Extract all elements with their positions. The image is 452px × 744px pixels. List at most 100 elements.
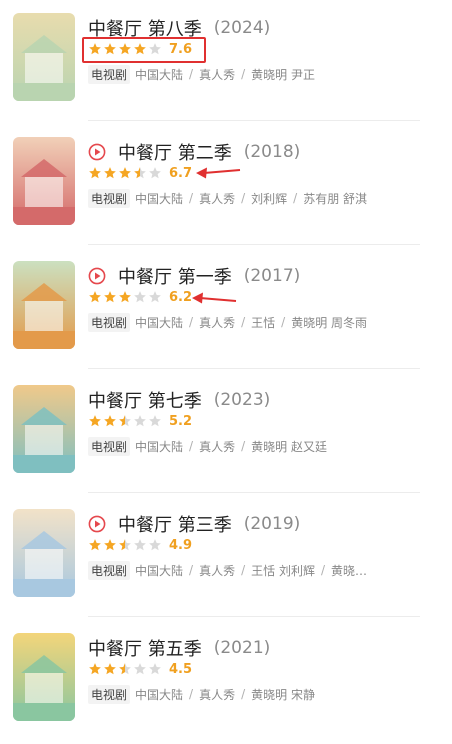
meta-tag: 真人秀 bbox=[199, 315, 236, 330]
show-year: (2024) bbox=[213, 18, 271, 38]
show-year: (2017) bbox=[243, 266, 301, 286]
meta-separator: / bbox=[189, 67, 194, 81]
meta-tag: 黄晓明 周冬雨 bbox=[291, 315, 368, 330]
row-divider bbox=[88, 368, 420, 369]
title-row[interactable]: 中餐厅 第五季 (2021) bbox=[88, 635, 270, 661]
show-year: (2018) bbox=[243, 142, 301, 162]
star-icon bbox=[134, 415, 146, 427]
rating-row: 4.9 bbox=[88, 537, 192, 553]
result-item[interactable]: 中餐厅 第三季 (2019) 4.9 电视剧 中国大陆 / 真人秀 / 王恬 刘利辉 / 黄晓… bbox=[0, 496, 452, 620]
meta-separator: / bbox=[189, 191, 194, 205]
poster-image[interactable] bbox=[13, 261, 75, 349]
play-icon[interactable] bbox=[88, 515, 106, 533]
title-row[interactable]: 中餐厅 第三季 (2019) bbox=[88, 511, 300, 537]
star-icon bbox=[104, 291, 116, 303]
row-divider bbox=[88, 120, 420, 121]
type-badge: 电视剧 bbox=[88, 684, 131, 704]
result-item[interactable]: 中餐厅 第八季 (2024) 7.6 电视剧 中国大陆 / 真人秀 / 黄晓明 尹正 bbox=[0, 0, 452, 124]
meta-separator: / bbox=[189, 687, 194, 701]
play-icon[interactable] bbox=[88, 143, 106, 161]
rating-row: 6.2 bbox=[88, 289, 192, 305]
meta-tag: 苏有朋 舒淇 bbox=[303, 191, 368, 206]
rating-score: 6.7 bbox=[169, 165, 193, 181]
result-item[interactable]: 中餐厅 第二季 (2018) 6.7 电视剧 中国大陆 / 真人秀 / 刘利辉 / 苏有朋 舒淇 bbox=[0, 124, 452, 248]
star-icon bbox=[134, 663, 146, 675]
meta-row: 电视剧 中国大陆 / 真人秀 / 黄晓明 赵又廷 bbox=[88, 436, 327, 456]
meta-tag: 中国大陆 bbox=[135, 563, 184, 578]
title-row[interactable]: 中餐厅 第二季 (2018) bbox=[88, 139, 300, 165]
poster-image[interactable] bbox=[13, 633, 75, 721]
highlight-box bbox=[82, 37, 206, 63]
meta-separator: / bbox=[189, 315, 194, 329]
result-item[interactable]: 中餐厅 第一季 (2017) 6.2 电视剧 中国大陆 / 真人秀 / 王恬 / 黄晓明 周冬雨 bbox=[0, 248, 452, 372]
show-title[interactable]: 中餐厅 第一季 bbox=[118, 263, 232, 289]
meta-tag: 中国大陆 bbox=[135, 315, 184, 330]
rating-row: 5.2 bbox=[88, 413, 192, 429]
type-badge: 电视剧 bbox=[88, 312, 131, 332]
meta-row: 电视剧 中国大陆 / 真人秀 / 王恬 刘利辉 / 黄晓… bbox=[88, 560, 367, 580]
star-icon bbox=[104, 415, 116, 427]
meta-row: 电视剧 中国大陆 / 真人秀 / 王恬 / 黄晓明 周冬雨 bbox=[88, 312, 368, 332]
type-badge: 电视剧 bbox=[88, 436, 131, 456]
star-icon bbox=[104, 539, 116, 551]
star-icon bbox=[89, 291, 101, 303]
show-title[interactable]: 中餐厅 第三季 bbox=[118, 511, 232, 537]
result-item[interactable]: 中餐厅 第七季 (2023) 5.2 电视剧 中国大陆 / 真人秀 / 黄晓明 赵又廷 bbox=[0, 372, 452, 496]
show-year: (2021) bbox=[213, 638, 271, 658]
poster-image[interactable] bbox=[13, 137, 75, 225]
meta-separator: / bbox=[241, 191, 246, 205]
rating-score: 5.2 bbox=[169, 413, 193, 429]
rating-score: 4.9 bbox=[169, 537, 193, 553]
star-icon bbox=[104, 663, 116, 675]
star-icon bbox=[89, 663, 101, 675]
star-icon bbox=[149, 539, 161, 551]
meta-separator: / bbox=[241, 315, 246, 329]
meta-tag: 真人秀 bbox=[199, 687, 236, 702]
annotation-arrow bbox=[196, 167, 241, 179]
meta-tag: 王恬 刘利辉 bbox=[251, 563, 315, 578]
poster-image[interactable] bbox=[13, 385, 75, 473]
star-icon bbox=[104, 167, 116, 179]
meta-separator: / bbox=[241, 687, 246, 701]
meta-tag: 真人秀 bbox=[199, 67, 236, 82]
meta-row: 电视剧 中国大陆 / 真人秀 / 黄晓明 尹正 bbox=[88, 64, 315, 84]
poster-image[interactable] bbox=[13, 13, 75, 101]
type-badge: 电视剧 bbox=[88, 560, 131, 580]
rating-score: 6.2 bbox=[169, 289, 193, 305]
meta-tag: 真人秀 bbox=[199, 439, 236, 454]
play-icon[interactable] bbox=[88, 267, 106, 285]
show-title[interactable]: 中餐厅 第七季 bbox=[88, 387, 202, 413]
star-icon bbox=[134, 291, 146, 303]
poster-image[interactable] bbox=[13, 509, 75, 597]
star-icon bbox=[89, 167, 101, 179]
star-icon bbox=[134, 539, 146, 551]
title-row[interactable]: 中餐厅 第一季 (2017) bbox=[88, 263, 300, 289]
star-icon bbox=[149, 415, 161, 427]
meta-tag: 黄晓明 赵又廷 bbox=[251, 439, 327, 454]
show-year: (2023) bbox=[213, 390, 271, 410]
meta-separator: / bbox=[293, 191, 298, 205]
star-icon bbox=[119, 415, 131, 427]
rating-score: 4.5 bbox=[169, 661, 193, 677]
show-title[interactable]: 中餐厅 第二季 bbox=[118, 139, 232, 165]
meta-separator: / bbox=[189, 563, 194, 577]
rating-row: 4.5 bbox=[88, 661, 192, 677]
meta-tag: 黄晓明 宋静 bbox=[251, 687, 315, 702]
row-divider bbox=[88, 244, 420, 245]
meta-separator: / bbox=[241, 67, 246, 81]
star-icon bbox=[119, 167, 131, 179]
show-title[interactable]: 中餐厅 第五季 bbox=[88, 635, 202, 661]
star-icon bbox=[149, 663, 161, 675]
meta-tag: 中国大陆 bbox=[135, 191, 184, 206]
meta-tag: 真人秀 bbox=[199, 191, 236, 206]
star-icon bbox=[149, 167, 161, 179]
meta-separator: / bbox=[189, 439, 194, 453]
title-row[interactable]: 中餐厅 第七季 (2023) bbox=[88, 387, 270, 413]
star-icon bbox=[134, 167, 146, 179]
meta-tag: 刘利辉 bbox=[251, 191, 288, 206]
meta-tag: 黄晓明 尹正 bbox=[251, 67, 315, 82]
meta-separator: / bbox=[320, 563, 326, 577]
result-item[interactable]: 中餐厅 第五季 (2021) 4.5 电视剧 中国大陆 / 真人秀 / 黄晓明 宋静 bbox=[0, 620, 452, 744]
meta-tag: 王恬 bbox=[251, 315, 276, 330]
meta-separator: / bbox=[241, 563, 246, 577]
